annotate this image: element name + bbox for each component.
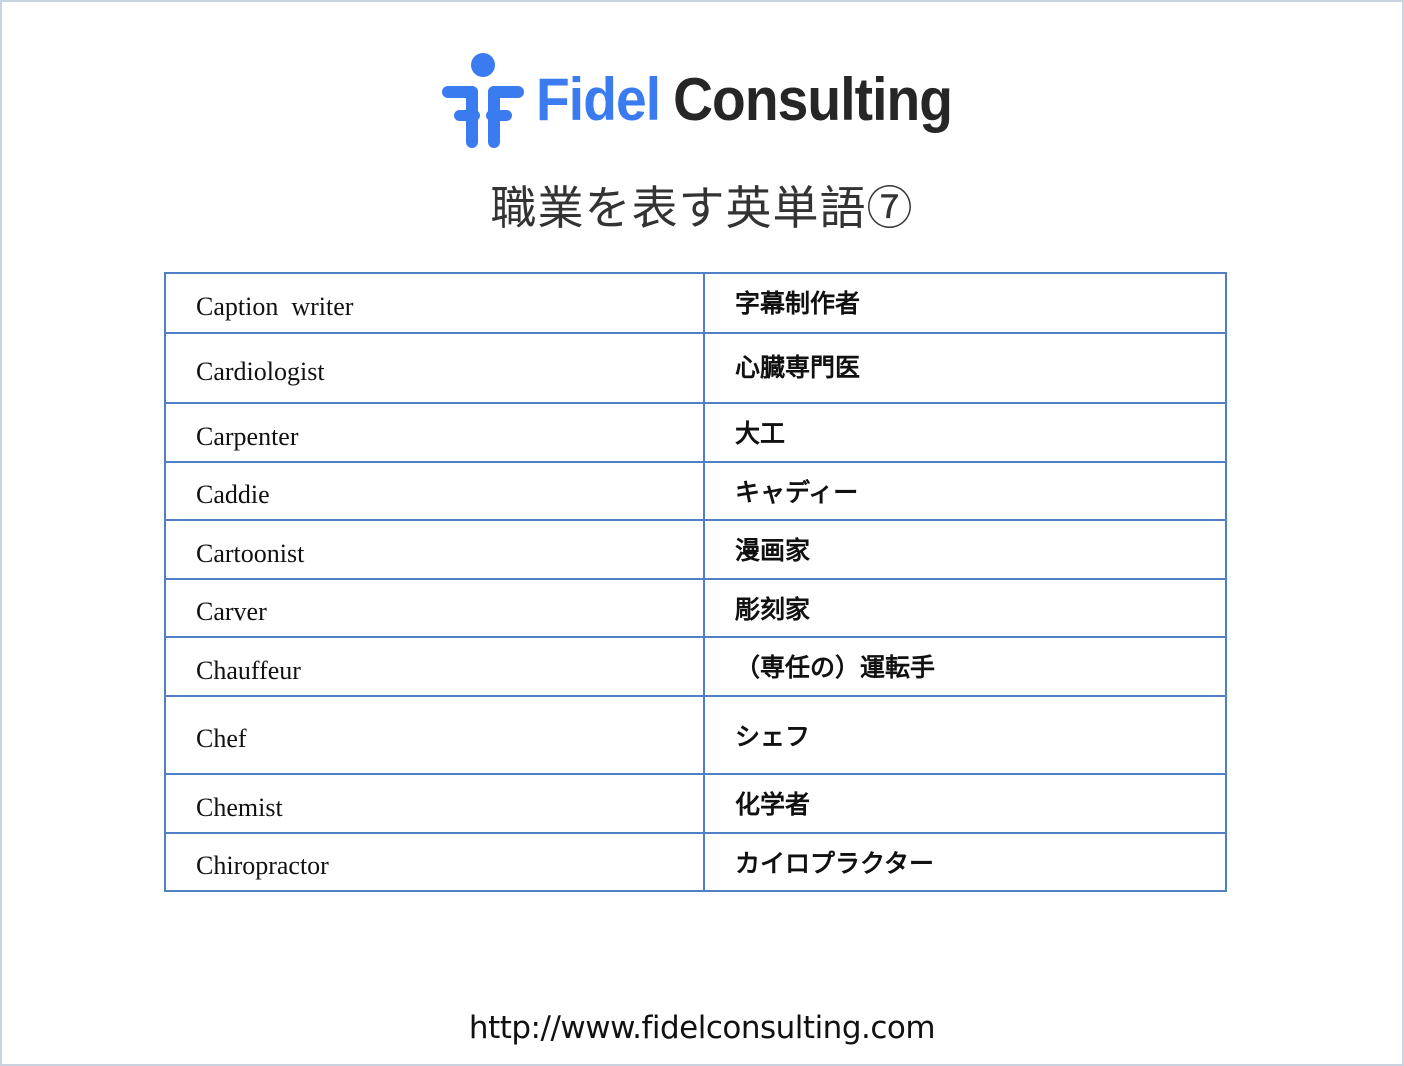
english-word: Caddie: [164, 461, 705, 521]
japanese-meaning: 大工: [703, 402, 1227, 463]
english-word: Cardiologist: [164, 332, 705, 404]
table-row: Caption writer 字幕制作者: [164, 272, 1227, 334]
japanese-meaning: （専任の）運転手: [703, 636, 1227, 697]
table-row: Chiropractor カイロプラクター: [164, 832, 1227, 892]
company-logo: Fidel Consulting: [438, 48, 988, 152]
english-word: Carpenter: [164, 402, 705, 463]
logo-brand-fidel: Fidel: [536, 66, 661, 133]
website-link[interactable]: http://www.fidelconsulting.com: [0, 1010, 1404, 1046]
english-word: Chiropractor: [164, 832, 705, 892]
japanese-meaning: カイロプラクター: [703, 832, 1227, 892]
japanese-meaning: 化学者: [703, 773, 1227, 834]
japanese-meaning: 漫画家: [703, 519, 1227, 580]
table-row: Cartoonist 漫画家: [164, 519, 1227, 580]
table-row: Chef シェフ: [164, 695, 1227, 775]
page-title: 職業を表す英単語⑦: [490, 181, 914, 235]
english-word: Cartoonist: [164, 519, 705, 580]
english-word: Chauffeur: [164, 636, 705, 697]
japanese-meaning: 心臓専門医: [703, 332, 1227, 404]
logo-wordmark: Fidel Consulting: [536, 70, 953, 130]
japanese-meaning: 彫刻家: [703, 578, 1227, 638]
table-row: Cardiologist 心臓専門医: [164, 332, 1227, 404]
table-row: Caddie キャディー: [164, 461, 1227, 521]
table-row: Carpenter 大工: [164, 402, 1227, 463]
table-row: Chemist 化学者: [164, 773, 1227, 834]
japanese-meaning: 字幕制作者: [703, 272, 1227, 334]
english-word: Chef: [164, 695, 705, 775]
english-word: Chemist: [164, 773, 705, 834]
english-word: Caption writer: [164, 272, 705, 334]
english-word: Carver: [164, 578, 705, 638]
logo-brand-consulting: Consulting: [673, 66, 953, 133]
japanese-meaning: キャディー: [703, 461, 1227, 521]
fidel-person-icon: [442, 53, 524, 148]
japanese-meaning: シェフ: [703, 695, 1227, 775]
vocabulary-table: Caption writer 字幕制作者 Cardiologist 心臓専門医 …: [164, 272, 1227, 892]
table-row: Chauffeur （専任の）運転手: [164, 636, 1227, 697]
table-row: Carver 彫刻家: [164, 578, 1227, 638]
